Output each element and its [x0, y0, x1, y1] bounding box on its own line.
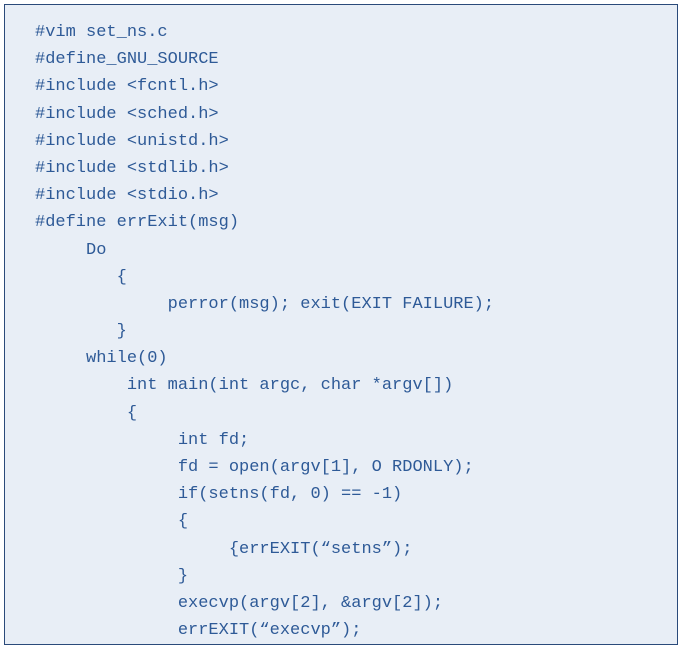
code-line: perror(msg); exit(EXIT FAILURE);	[35, 295, 494, 314]
code-line: #include <sched.h>	[35, 105, 219, 124]
code-line: {	[35, 268, 127, 287]
code-line: int fd;	[35, 431, 249, 450]
code-line: #include <unistd.h>	[35, 132, 229, 151]
code-line: #vim set_ns.c	[35, 23, 168, 42]
code-line: fd = open(argv[1], O RDONLY);	[35, 458, 474, 477]
code-line: {	[35, 512, 188, 531]
code-line: if(setns(fd, 0) == -1)	[35, 485, 402, 504]
code-line: Do	[35, 241, 106, 260]
code-line: #define errExit(msg)	[35, 213, 239, 232]
code-line: }	[35, 567, 188, 586]
code-line: errEXIT(“execvp”);	[35, 621, 361, 640]
code-line: {errEXIT(“setns”);	[35, 540, 412, 559]
code-line: {	[35, 404, 137, 423]
code-line: #define_GNU_SOURCE	[35, 50, 219, 69]
code-line: execvp(argv[2], &argv[2]);	[35, 594, 443, 613]
code-line: int main(int argc, char *argv[])	[35, 376, 453, 395]
code-block: #vim set_ns.c #define_GNU_SOURCE #includ…	[4, 4, 678, 645]
code-line: while(0)	[35, 349, 168, 368]
code-line: }	[35, 322, 127, 341]
code-line: #include <stdio.h>	[35, 186, 219, 205]
code-line: #include <fcntl.h>	[35, 77, 219, 96]
code-line: #include <stdlib.h>	[35, 159, 229, 178]
